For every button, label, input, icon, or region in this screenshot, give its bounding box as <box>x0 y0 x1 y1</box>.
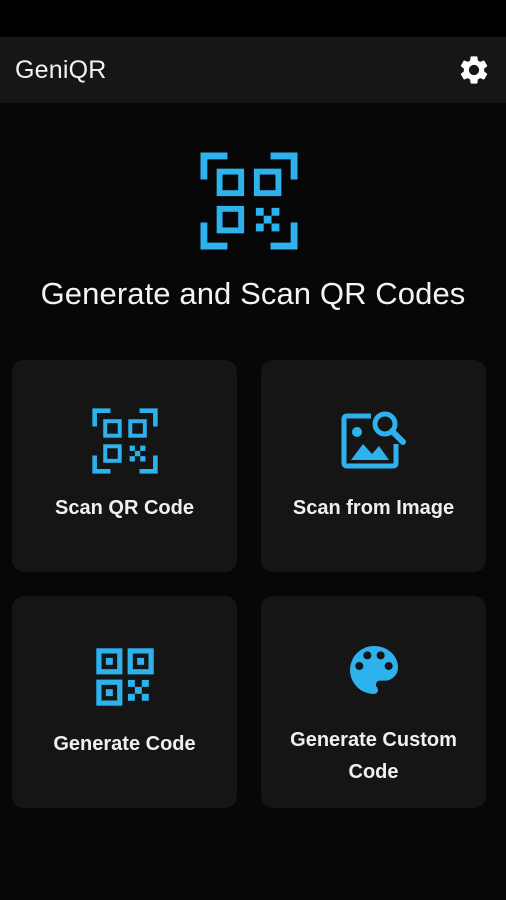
card-label: Generate Code <box>53 733 196 755</box>
qr-scan-icon <box>200 152 298 250</box>
palette-icon <box>349 646 398 694</box>
gear-icon <box>460 56 488 84</box>
qr-scan-icon <box>91 408 158 474</box>
image-search-icon <box>341 411 406 469</box>
card-label: Scan from Image <box>292 497 455 519</box>
app-bar: GeniQR <box>0 37 506 103</box>
generate-custom-code-button[interactable]: Generate Custom Code <box>261 596 486 808</box>
qr-code-icon <box>95 648 154 706</box>
card-label: Scan QR Code <box>55 497 194 519</box>
scan-from-image-button[interactable]: Scan from Image <box>261 360 486 572</box>
scan-qr-code-button[interactable]: Scan QR Code <box>12 360 237 572</box>
page-headline: Generate and Scan QR Codes <box>40 276 466 311</box>
generate-code-button[interactable]: Generate Code <box>12 596 237 808</box>
app-title: GeniQR <box>15 55 107 84</box>
card-label: Generate Custom Code <box>290 729 457 783</box>
status-bar-area <box>0 0 506 37</box>
settings-button[interactable] <box>456 52 492 88</box>
